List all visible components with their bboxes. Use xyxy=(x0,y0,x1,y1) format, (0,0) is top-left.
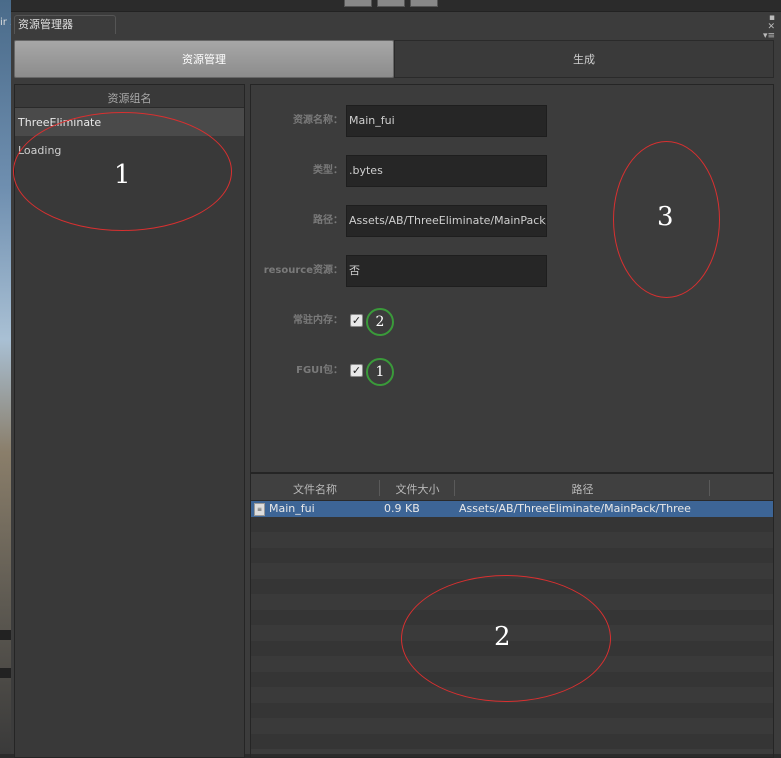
file-table-body: ≡ Main_fui 0.9 KB Assets/AB/ThreeElimina… xyxy=(251,501,773,749)
resource-detail-panel: 资源名称： Main_fui 类型： .bytes 路径： Assets/AB/… xyxy=(250,84,774,473)
scene-divider xyxy=(0,668,11,678)
file-size-cell: 0.9 KB xyxy=(384,502,420,515)
column-divider[interactable] xyxy=(709,480,710,496)
empty-row xyxy=(251,625,773,641)
group-list-header: 资源组名 xyxy=(15,85,244,108)
empty-row xyxy=(251,718,773,734)
empty-row xyxy=(251,609,773,625)
type-row: 类型： .bytes xyxy=(251,155,773,187)
resource-row: resource资源： 否 xyxy=(251,255,773,287)
scene-divider xyxy=(0,630,11,640)
resource-name-field[interactable]: Main_fui xyxy=(346,105,547,137)
fgui-checkbox[interactable]: ✓ xyxy=(350,364,363,377)
fgui-row: FGUI包： ✓ xyxy=(251,355,773,387)
resident-row: 常驻内存： ✓ xyxy=(251,305,773,337)
file-name-cell: Main_fui xyxy=(269,502,315,515)
resident-label: 常驻内存： xyxy=(293,315,343,326)
resource-label: resource资源： xyxy=(263,265,343,276)
tab-build[interactable]: 生成 xyxy=(394,40,774,78)
path-field[interactable]: Assets/AB/ThreeEliminate/MainPack/Main_f… xyxy=(346,205,547,237)
empty-row xyxy=(251,563,773,579)
empty-row xyxy=(251,656,773,672)
group-item-loading[interactable]: Loading xyxy=(15,136,244,164)
file-table-header: 文件名称 文件大小 路径 xyxy=(251,474,773,501)
type-label: 类型： xyxy=(313,165,343,176)
file-table: 文件名称 文件大小 路径 ≡ Main_fui 0.9 KB Assets/AB… xyxy=(250,473,774,758)
empty-row xyxy=(251,671,773,687)
empty-row xyxy=(251,640,773,656)
empty-row xyxy=(251,733,773,749)
type-field[interactable]: .bytes xyxy=(346,155,547,187)
empty-row xyxy=(251,702,773,718)
file-path-cell: Assets/AB/ThreeEliminate/MainPack/Three xyxy=(459,502,691,515)
path-label: 路径： xyxy=(313,215,343,226)
resource-name-row: 资源名称： Main_fui xyxy=(251,105,773,137)
main-tabs: 资源管理 生成 xyxy=(14,40,774,78)
resident-checkbox[interactable]: ✓ xyxy=(350,314,363,327)
pause-button[interactable] xyxy=(377,0,405,7)
window-controls[interactable]: ▪ ✕ ▾≡ xyxy=(759,14,775,41)
empty-row xyxy=(251,532,773,548)
play-toolbar xyxy=(340,0,440,7)
step-button[interactable] xyxy=(410,0,438,7)
resource-field[interactable]: 否 xyxy=(346,255,547,287)
group-list-panel: 资源组名 ThreeEliminate Loading xyxy=(14,84,245,758)
window-tab[interactable]: 资源管理器 xyxy=(14,15,116,34)
scene-side-text: ir 2 xyxy=(0,17,11,28)
asset-manager-window: 资源管理器 ▪ ✕ ▾≡ 资源管理 生成 资源组名 ThreeEliminate… xyxy=(11,11,781,758)
empty-row xyxy=(251,547,773,563)
empty-row xyxy=(251,578,773,594)
empty-row xyxy=(251,594,773,610)
play-button[interactable] xyxy=(344,0,372,7)
empty-row xyxy=(251,516,773,532)
table-row[interactable]: ≡ Main_fui 0.9 KB Assets/AB/ThreeElimina… xyxy=(251,501,773,517)
group-item-threeeliminate[interactable]: ThreeEliminate xyxy=(15,108,244,136)
fgui-label: FGUI包： xyxy=(296,365,343,376)
tab-asset-management[interactable]: 资源管理 xyxy=(14,40,394,78)
resource-name-label: 资源名称： xyxy=(293,115,343,126)
scene-view-edge: ir 2 xyxy=(0,0,11,754)
empty-row xyxy=(251,687,773,703)
file-icon: ≡ xyxy=(254,503,265,516)
path-row: 路径： Assets/AB/ThreeEliminate/MainPack/Ma… xyxy=(251,205,773,237)
